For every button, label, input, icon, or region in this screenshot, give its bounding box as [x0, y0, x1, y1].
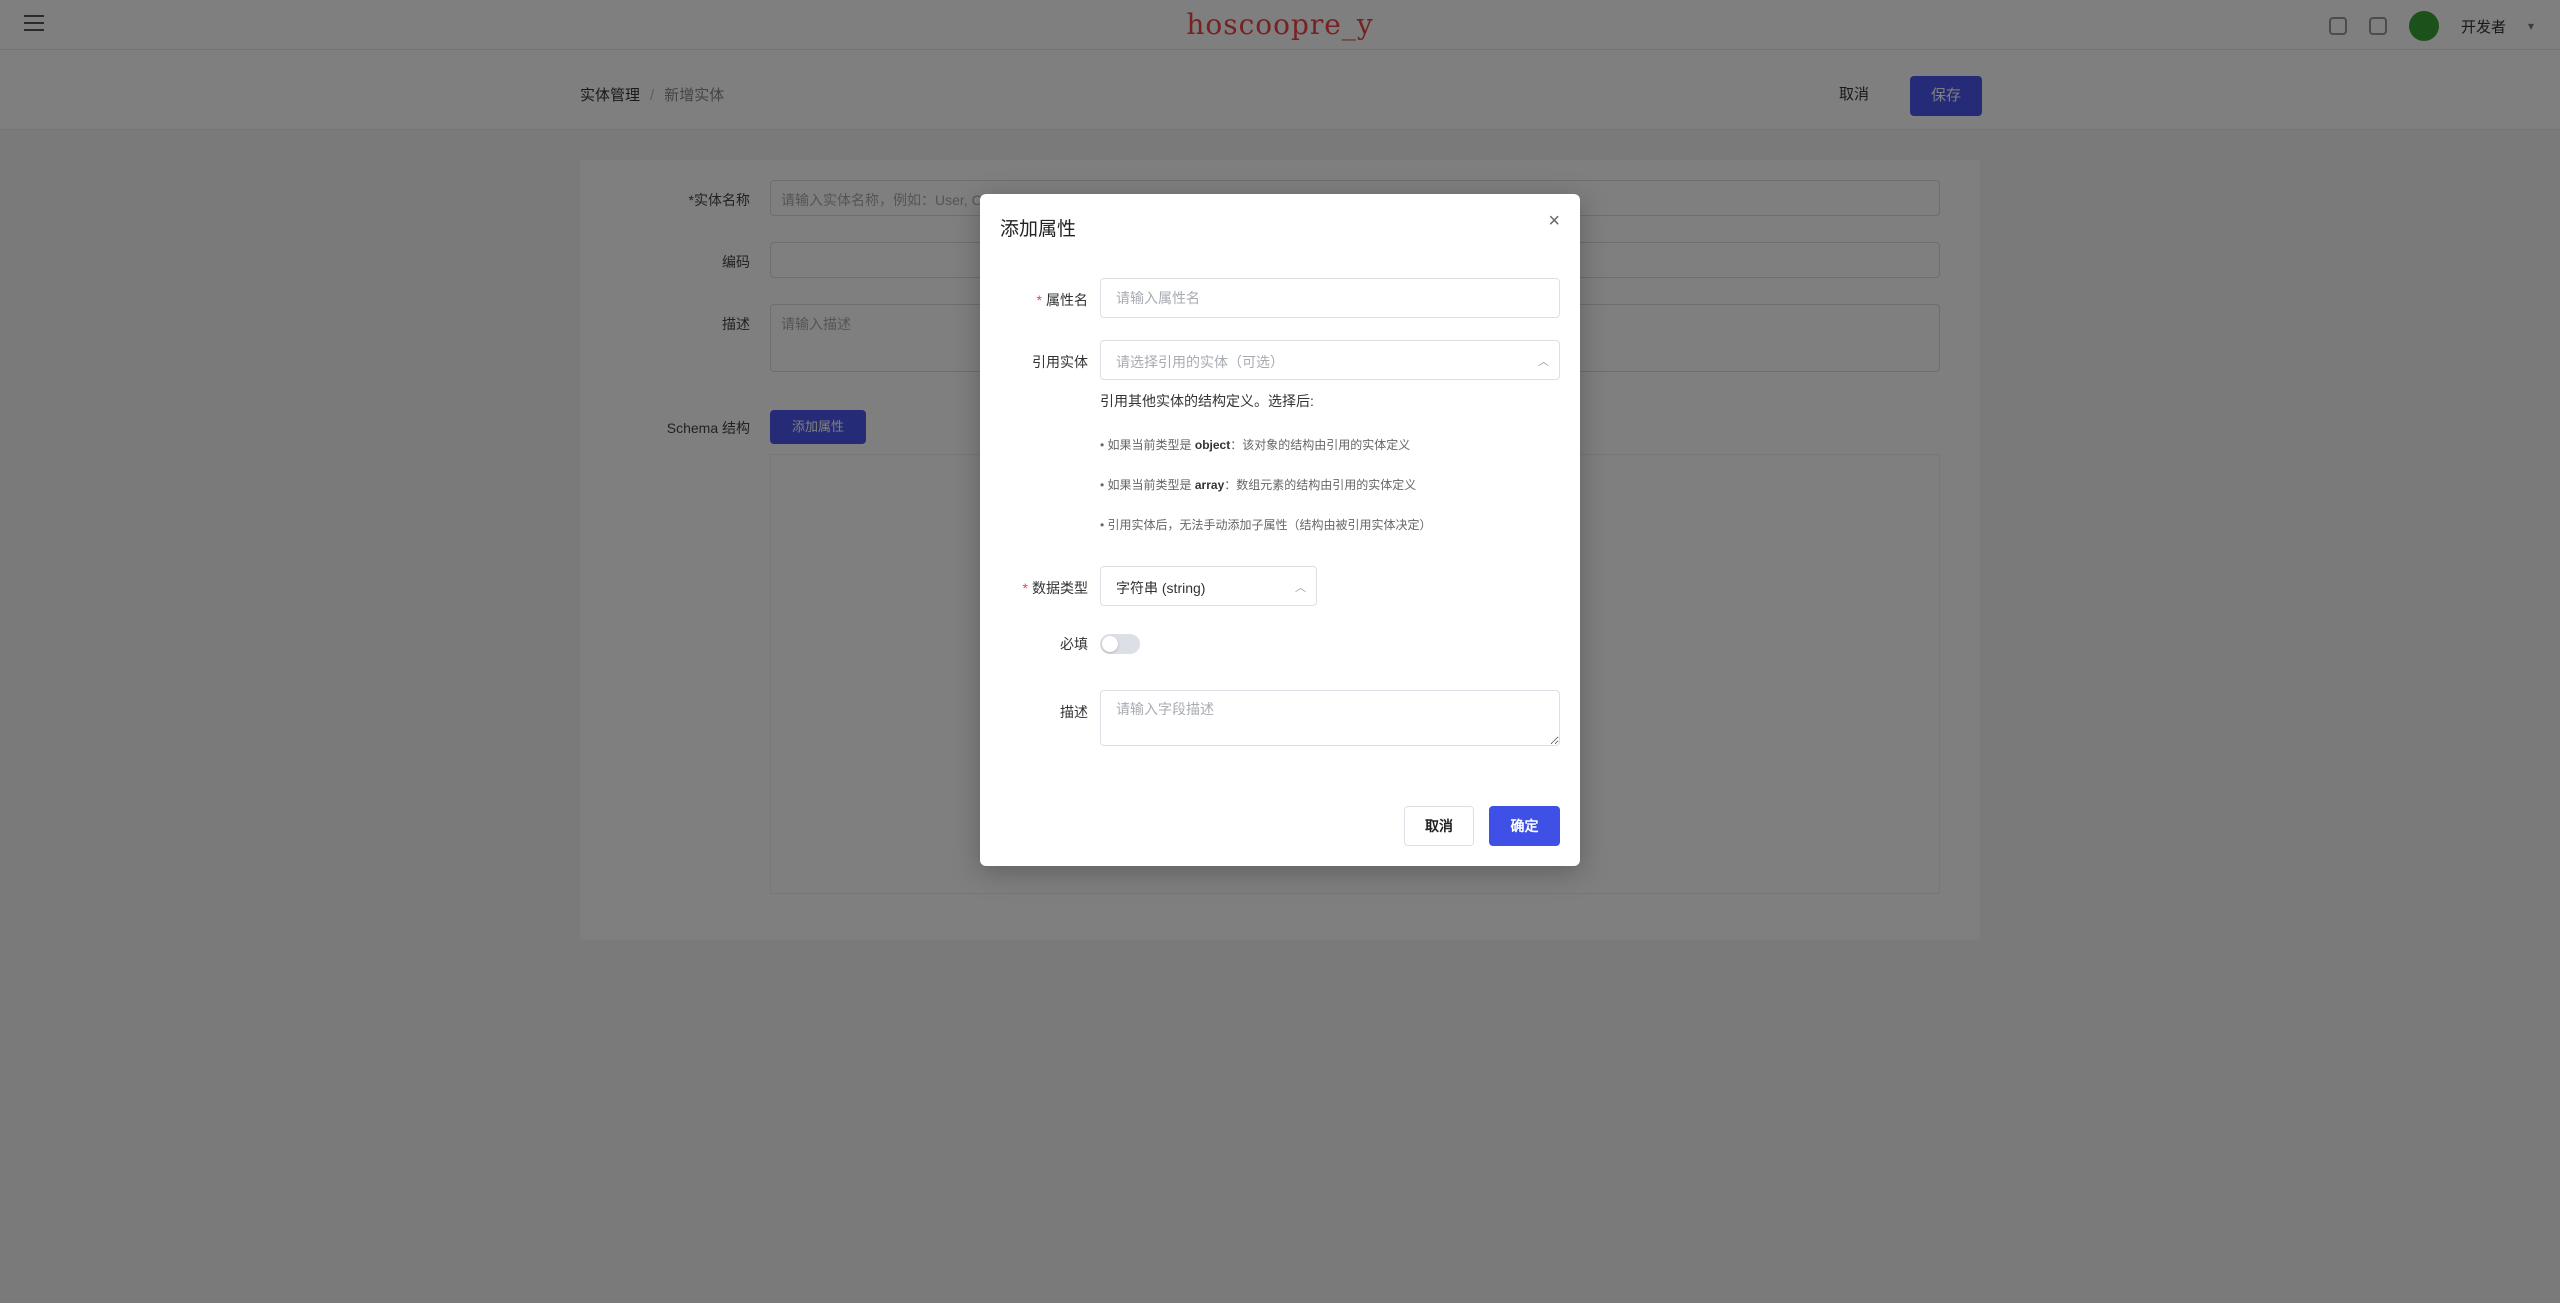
confirm-button[interactable]: 确定	[1489, 806, 1560, 846]
chevron-up-icon: ︿	[1538, 356, 1549, 368]
data-type-select[interactable]: 字符串 (string) ︿	[1100, 566, 1317, 606]
property-name-label: * 属性名	[1036, 292, 1088, 308]
data-type-label: * 数据类型	[1022, 580, 1088, 596]
data-type-value: 字符串 (string)	[1116, 580, 1206, 596]
help-bullet-object: • 如果当前类型是 object：该对象的结构由引用的实体定义	[1100, 438, 1411, 452]
required-label: 必填	[1060, 636, 1088, 652]
chevron-up-icon: ︿	[1295, 582, 1306, 594]
add-property-dialog: 添加属性 × *属性名 引用实体 请选择引用的实体（可选） ︿ 引用其他实体的结…	[980, 194, 1580, 866]
cancel-button[interactable]: 取消	[1404, 806, 1474, 846]
toggle-knob	[1102, 636, 1118, 652]
required-toggle[interactable]	[1100, 634, 1140, 654]
description-label: 描述	[1060, 704, 1088, 720]
required-star: *	[1022, 580, 1028, 596]
ref-entity-select[interactable]: 请选择引用的实体（可选） ︿	[1100, 340, 1560, 380]
dialog-title: 添加属性	[1000, 219, 1077, 240]
description-textarea[interactable]	[1100, 690, 1560, 746]
ref-entity-help-intro: 引用其他实体的结构定义。选择后:	[1100, 393, 1314, 409]
help-bullet-ref: • 引用实体后，无法手动添加子属性（结构由被引用实体决定）	[1100, 518, 1432, 532]
close-icon[interactable]: ×	[1548, 210, 1560, 233]
help-bullet-array: • 如果当前类型是 array：数组元素的结构由引用的实体定义	[1100, 478, 1417, 492]
ref-entity-label: 引用实体	[1032, 354, 1088, 370]
ref-entity-placeholder: 请选择引用的实体（可选）	[1116, 354, 1284, 370]
property-name-input[interactable]	[1100, 278, 1560, 318]
required-star: *	[1036, 292, 1042, 308]
